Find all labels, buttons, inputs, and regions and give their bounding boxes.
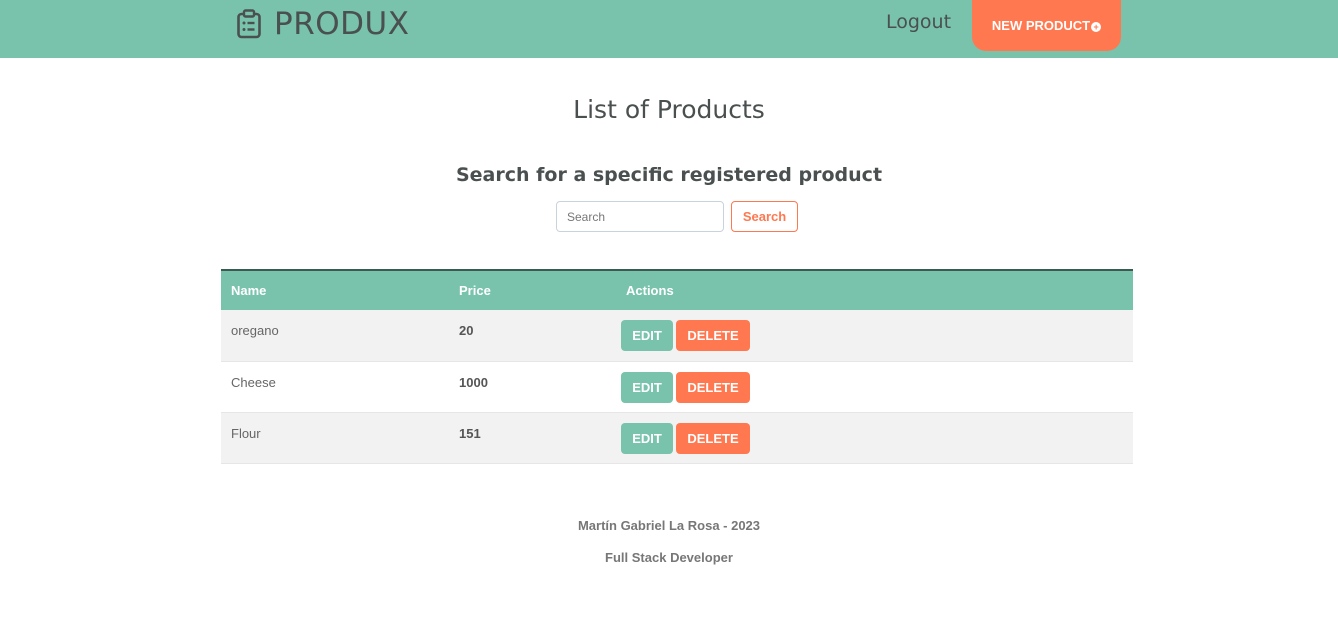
footer-author: Martín Gabriel La Rosa - 2023: [577, 518, 761, 533]
column-header-name: Name: [221, 270, 449, 310]
table-row: oregano 20 EDIT DELETE: [221, 310, 1133, 362]
page-title: List of Products: [573, 95, 765, 124]
logout-link[interactable]: Logout: [886, 11, 951, 33]
new-product-button[interactable]: NEW PRODUCT +: [972, 0, 1121, 51]
footer-role: Full Stack Developer: [605, 550, 733, 565]
top-navbar: PRODUX Logout NEW PRODUCT +: [0, 0, 1338, 58]
edit-button[interactable]: EDIT: [621, 371, 673, 403]
plus-circle-icon: +: [1091, 21, 1102, 32]
search-button[interactable]: Search: [731, 201, 798, 232]
table-row: Flour 151 EDIT DELETE: [221, 412, 1133, 464]
column-header-price: Price: [449, 270, 616, 310]
search-input[interactable]: [556, 201, 724, 232]
brand-name: PRODUX: [274, 6, 410, 42]
table-row: Cheese 1000 EDIT DELETE: [221, 361, 1133, 413]
delete-button[interactable]: DELETE: [676, 320, 750, 351]
row-actions: EDIT DELETE: [616, 412, 1133, 464]
table-header-row: Name Price Actions: [221, 270, 1133, 310]
clipboard-list-icon: [237, 9, 261, 39]
edit-button[interactable]: EDIT: [621, 422, 673, 454]
brand[interactable]: PRODUX: [236, 6, 409, 42]
row-actions: EDIT DELETE: [616, 310, 1133, 362]
delete-button[interactable]: DELETE: [676, 422, 750, 454]
product-name: Cheese: [221, 361, 449, 413]
product-price: 1000: [449, 361, 616, 413]
product-name: oregano: [221, 310, 449, 362]
delete-button[interactable]: DELETE: [676, 371, 750, 403]
new-product-label: NEW PRODUCT: [991, 18, 1091, 33]
product-price: 20: [449, 310, 616, 362]
products-table: Name Price Actions oregano 20 EDIT DELETE…: [221, 269, 1133, 464]
product-name: Flour: [221, 412, 449, 464]
row-actions: EDIT DELETE: [616, 361, 1133, 413]
product-price: 151: [449, 412, 616, 464]
edit-button[interactable]: EDIT: [621, 320, 673, 351]
column-header-actions: Actions: [616, 270, 1133, 310]
search-heading: Search for a specific registered product: [455, 164, 883, 186]
